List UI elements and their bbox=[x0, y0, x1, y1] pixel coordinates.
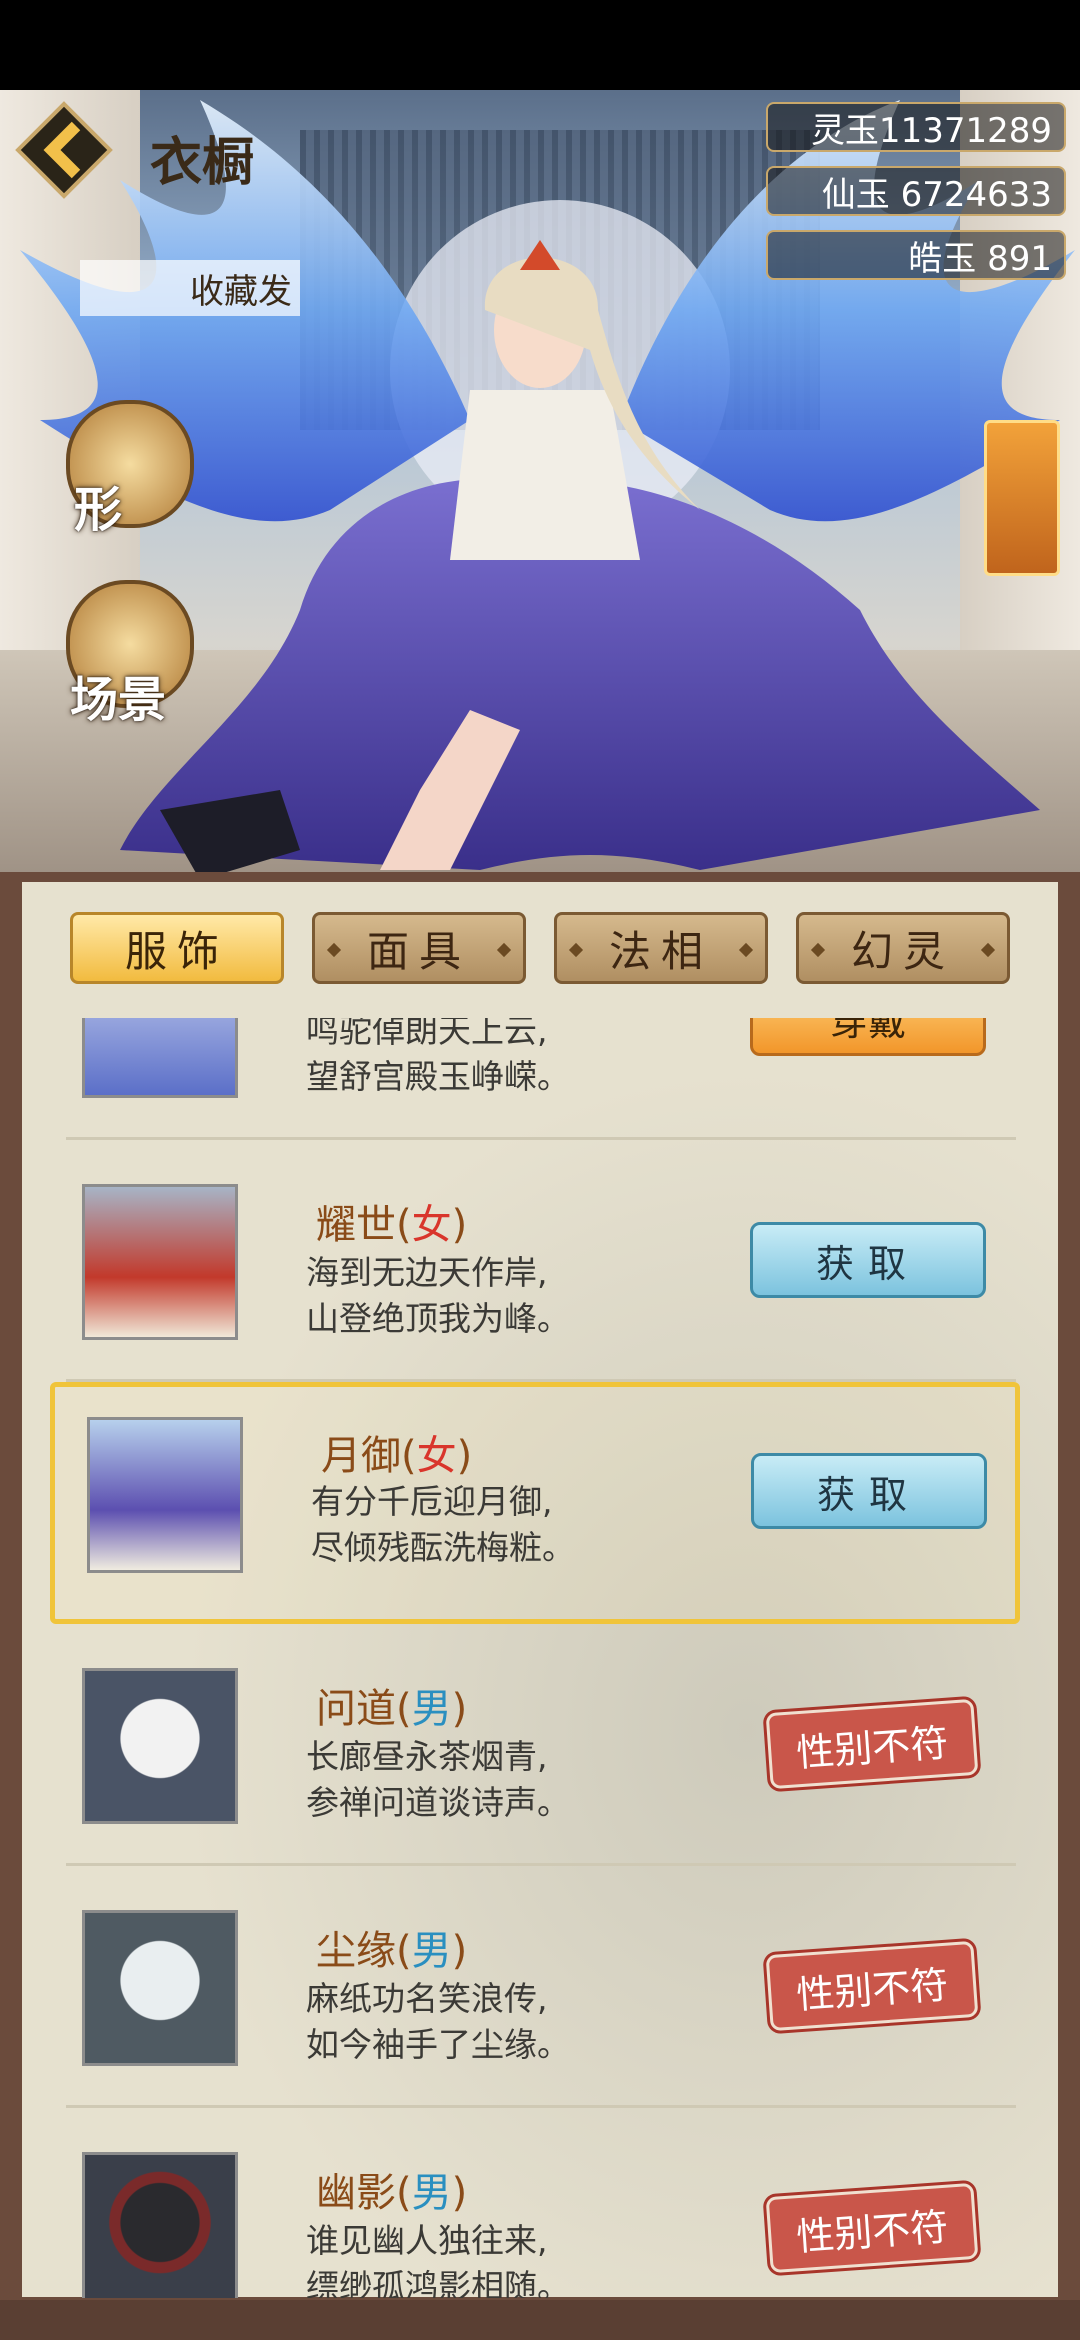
tab-dharma[interactable]: 法相 bbox=[554, 912, 768, 984]
costume-desc: 麻纸功名笑浪传, 如今袖手了尘缘。 bbox=[306, 1979, 570, 2064]
costume-thumbnail bbox=[82, 1668, 238, 1824]
status-bar bbox=[0, 0, 1080, 90]
wear-button[interactable]: 穿戴 bbox=[750, 1018, 986, 1056]
page-title: 衣橱 bbox=[150, 133, 255, 193]
gender-male: 男 bbox=[411, 1928, 452, 1974]
costume-thumbnail bbox=[82, 1910, 238, 2066]
tab-ornament-icon bbox=[568, 942, 584, 958]
costume-name: 月御(女) bbox=[321, 1433, 473, 1479]
costume-desc: 谁见幽人独往来, 缥缈孤鸿影相随。 bbox=[306, 2221, 570, 2298]
tab-ornament-icon bbox=[980, 942, 996, 958]
wardrobe-panel: 服饰 面具 法相 幻灵 鸣驼倬朗天上云, 望舒宫殿玉峥嵘。 穿戴 耀世(女) 海… bbox=[0, 872, 1080, 2340]
list-item[interactable]: 鸣驼倬朗天上云, 望舒宫殿玉峥嵘。 穿戴 bbox=[66, 1018, 1016, 1140]
costume-desc: 长廊昼永茶烟青, 参禅问道谈诗声。 bbox=[306, 1737, 570, 1822]
costume-thumbnail bbox=[82, 2152, 238, 2298]
gender-male: 男 bbox=[411, 2170, 452, 2216]
get-button[interactable]: 获取 bbox=[751, 1453, 987, 1529]
currency-xianyu: 仙玉 6724633 bbox=[766, 166, 1066, 216]
costume-desc: 鸣驼倬朗天上云, 望舒宫殿玉峥嵘。 bbox=[306, 1018, 570, 1096]
costume-list[interactable]: 鸣驼倬朗天上云, 望舒宫殿玉峥嵘。 穿戴 耀世(女) 海到无边天作岸, 山登绝顶我为… bbox=[46, 1018, 1036, 2298]
bottom-frame bbox=[0, 2300, 1080, 2340]
gender-female: 女 bbox=[416, 1433, 457, 1479]
back-button[interactable] bbox=[14, 100, 114, 200]
tab-ornament-icon bbox=[810, 942, 826, 958]
costume-thumbnail bbox=[82, 1184, 238, 1340]
list-item[interactable]: 尘缘(男) 麻纸功名笑浪传, 如今袖手了尘缘。 性别不符 bbox=[66, 1866, 1016, 2108]
costume-name: 耀世(女) bbox=[316, 1202, 468, 1248]
tab-phantom-label: 幻灵 bbox=[850, 926, 955, 976]
gender-female: 女 bbox=[411, 1202, 452, 1248]
tab-costume[interactable]: 服饰 bbox=[70, 912, 284, 984]
get-button[interactable]: 获取 bbox=[750, 1222, 986, 1298]
right-side-tag[interactable] bbox=[984, 420, 1060, 576]
tab-ornament-icon bbox=[326, 942, 342, 958]
costume-name: 尘缘(男) bbox=[316, 1928, 468, 1974]
costume-name: 问道(男) bbox=[316, 1686, 468, 1732]
currency-haoyu: 皓玉 891 bbox=[766, 230, 1066, 280]
list-item[interactable]: 幽影(男) 谁见幽人独往来, 缥缈孤鸿影相随。 性别不符 bbox=[66, 2108, 1016, 2298]
list-item[interactable]: 问道(男) 长廊昼永茶烟青, 参禅问道谈诗声。 性别不符 bbox=[66, 1624, 1016, 1866]
scene-label: 场景 bbox=[70, 672, 167, 728]
gender-mismatch-badge: 性别不符 bbox=[765, 1940, 979, 2032]
costume-thumbnail bbox=[82, 1018, 238, 1098]
costume-desc: 有分千卮迎月御, 尽倾残酝洗梅粧。 bbox=[311, 1482, 575, 1567]
gender-mismatch-badge: 性别不符 bbox=[765, 2182, 979, 2274]
list-item-selected[interactable]: 月御(女) 有分千卮迎月御, 尽倾残酝洗梅粧。 获取 bbox=[50, 1382, 1020, 1624]
list-item[interactable]: 耀世(女) 海到无边天作岸, 山登绝顶我为峰。 获取 bbox=[66, 1140, 1016, 1382]
tab-costume-label: 服饰 bbox=[124, 926, 229, 976]
appearance-label: 形 bbox=[74, 482, 123, 538]
costume-desc: 海到无边天作岸, 山登绝顶我为峰。 bbox=[306, 1253, 570, 1338]
tab-mask-label: 面具 bbox=[366, 926, 471, 976]
wardrobe-panel-body: 服饰 面具 法相 幻灵 鸣驼倬朗天上云, 望舒宫殿玉峥嵘。 穿戴 耀世(女) 海… bbox=[22, 882, 1058, 2298]
tab-mask[interactable]: 面具 bbox=[312, 912, 526, 984]
costume-name: 幽影(男) bbox=[316, 2170, 468, 2216]
gender-mismatch-badge: 性别不符 bbox=[765, 1698, 979, 1790]
gender-male: 男 bbox=[411, 1686, 452, 1732]
costume-thumbnail bbox=[87, 1417, 243, 1573]
tab-ornament-icon bbox=[496, 942, 512, 958]
currency-lingyu: 灵玉11371289 bbox=[766, 102, 1066, 152]
tab-ornament-icon bbox=[738, 942, 754, 958]
back-arrow-icon bbox=[15, 101, 113, 199]
tab-phantom[interactable]: 幻灵 bbox=[796, 912, 1010, 984]
tab-dharma-label: 法相 bbox=[608, 926, 713, 976]
collect-hair-toggle[interactable]: 收藏发 bbox=[80, 260, 300, 316]
